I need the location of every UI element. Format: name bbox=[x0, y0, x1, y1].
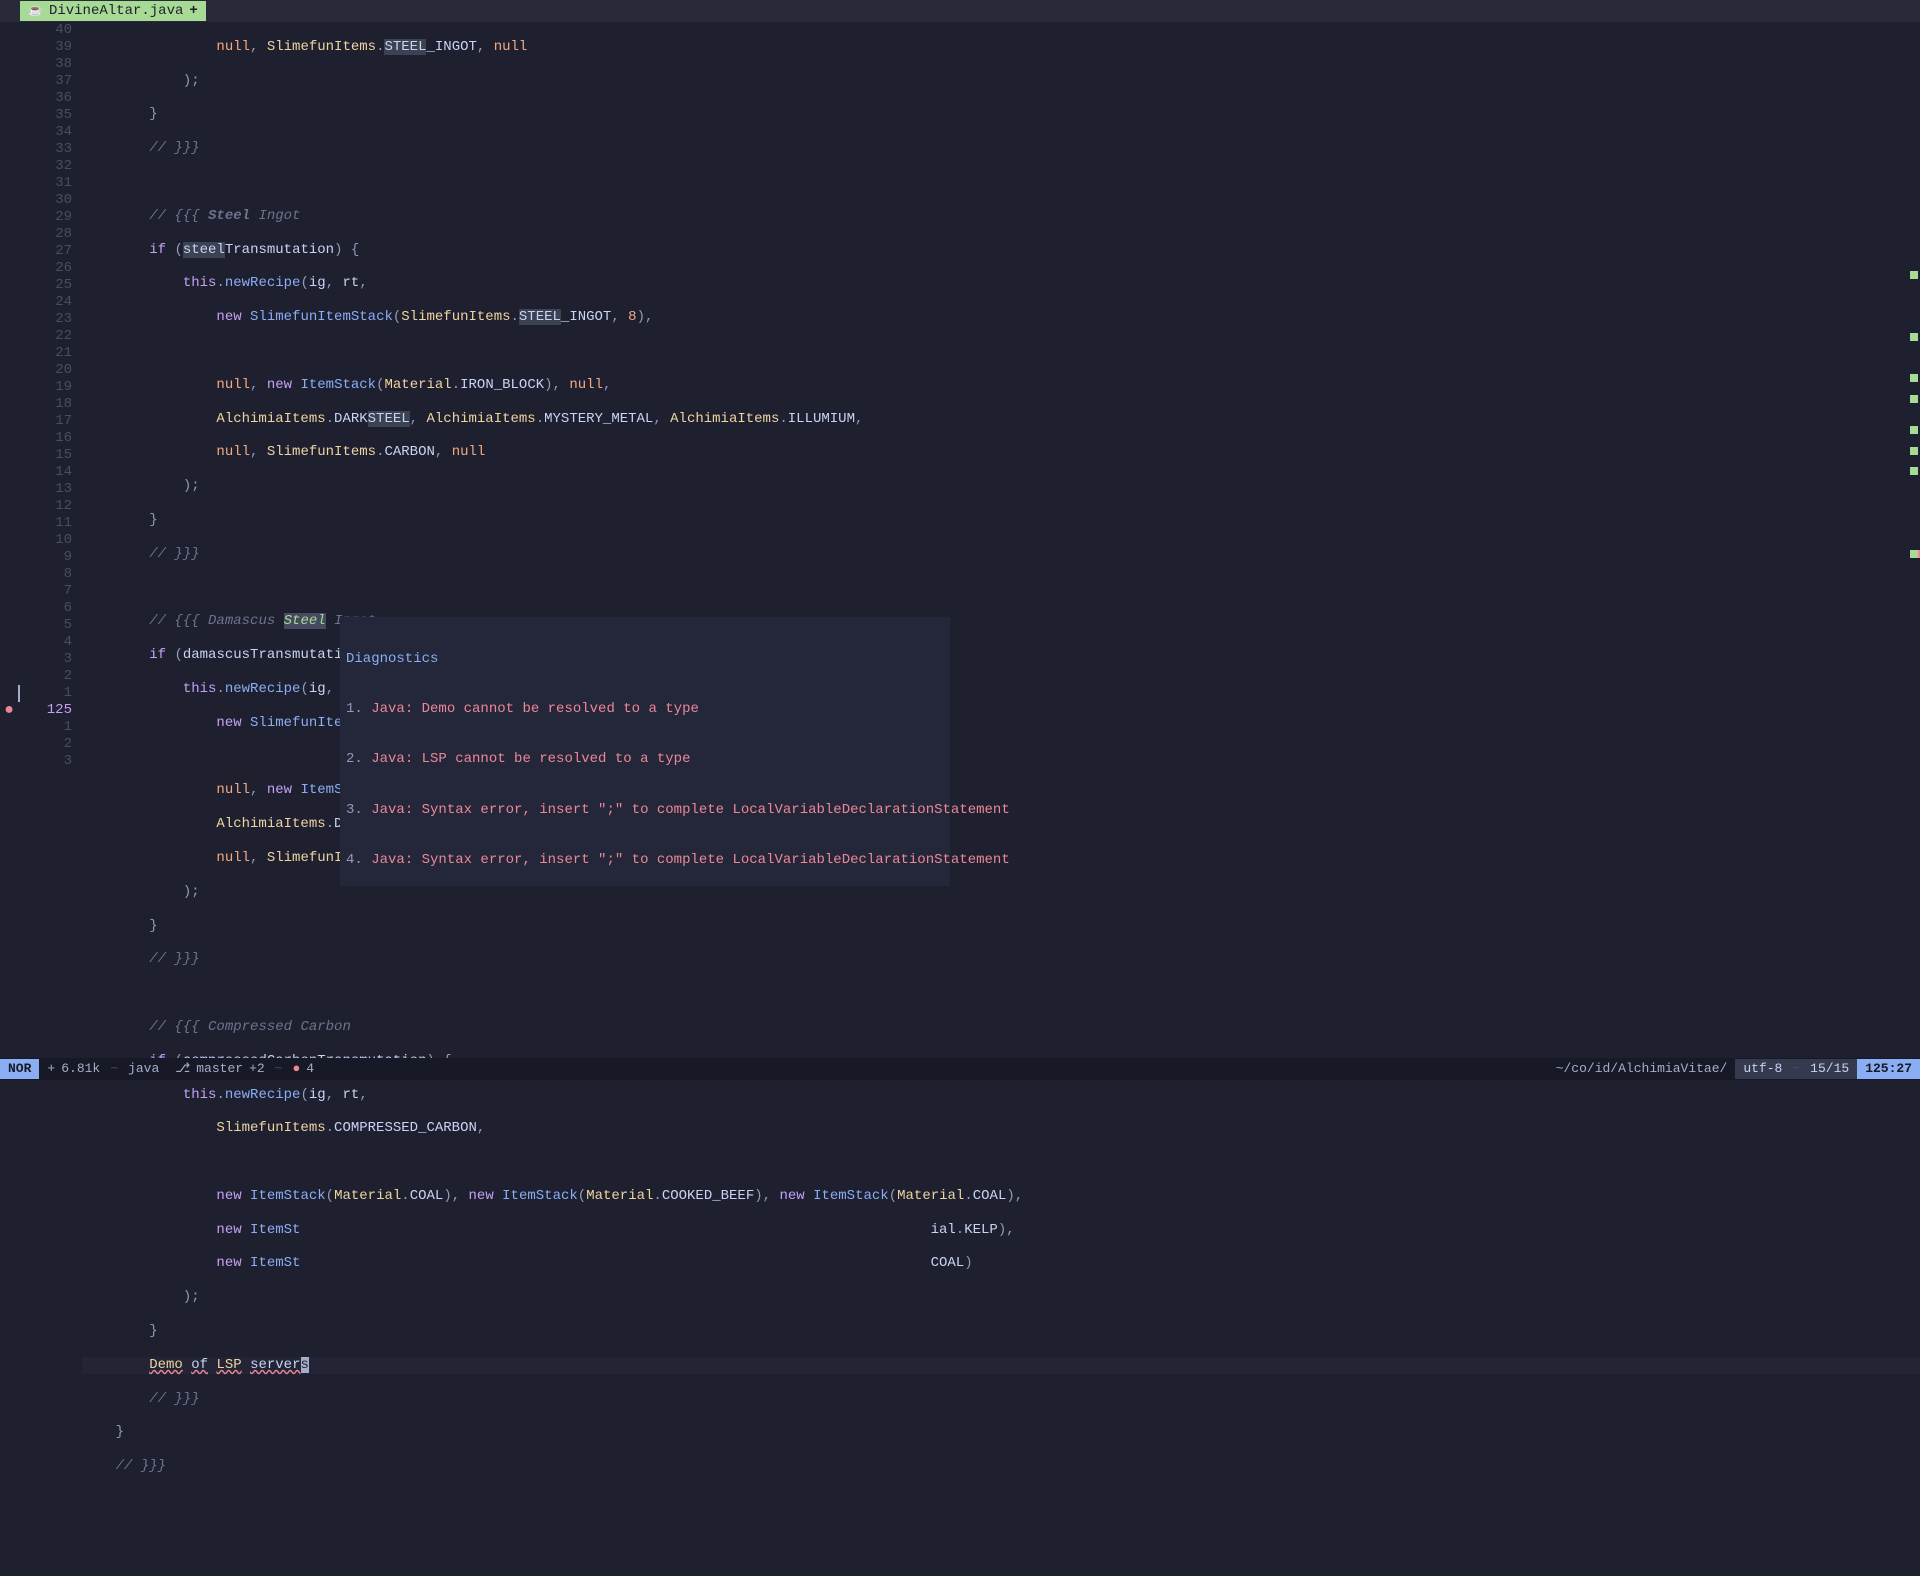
encoding-info: utf-8 ~ 15/15 bbox=[1735, 1059, 1857, 1079]
error-token-demo: Demo bbox=[149, 1357, 183, 1373]
error-sign-icon: ● bbox=[4, 701, 14, 720]
error-token-lsp: LSP bbox=[216, 1357, 241, 1373]
diagnostic-item[interactable]: 1. Java: Demo cannot be resolved to a ty… bbox=[346, 701, 944, 718]
line-number-gutter: 40 39 38 37 36 35 34 33 32 31 30 29 28 2… bbox=[18, 22, 80, 1058]
git-info: ⎇ master +2 ~ ● 4 bbox=[167, 1059, 322, 1079]
diagnostic-item[interactable]: 4. Java: Syntax error, insert ";" to com… bbox=[346, 852, 944, 869]
error-count-icon: ● bbox=[292, 1061, 300, 1077]
code-area[interactable]: null, SlimefunItems.STEEL_INGOT, null );… bbox=[80, 22, 1920, 1058]
cursor-position: 125:27 bbox=[1857, 1059, 1920, 1079]
mode-indicator: NOR bbox=[0, 1059, 39, 1079]
diagnostic-item[interactable]: 3. Java: Syntax error, insert ";" to com… bbox=[346, 802, 944, 819]
tab-bar: ☕ DivineAltar.java + bbox=[0, 0, 1920, 22]
diagnostic-item[interactable]: 2. Java: LSP cannot be resolved to a typ… bbox=[346, 751, 944, 768]
git-branch-icon: ⎇ bbox=[175, 1061, 190, 1077]
secondary-cursor-bar bbox=[18, 685, 20, 702]
scrollbar-indicators bbox=[1908, 22, 1920, 1058]
file-path: ~/co/id/AlchimiaVitae/ bbox=[1548, 1059, 1736, 1079]
statusline: NOR + 6.81k ~ java ⎇ master +2 ~ ● 4 ~/c… bbox=[0, 1058, 1920, 1080]
editor[interactable]: ● 40 39 38 37 36 35 34 33 32 31 30 29 28… bbox=[0, 22, 1920, 1058]
tab-modified-indicator: + bbox=[189, 3, 197, 20]
cursor: s bbox=[301, 1357, 309, 1373]
file-info: + 6.81k ~ java bbox=[39, 1059, 167, 1079]
diagnostics-title: Diagnostics bbox=[346, 651, 944, 668]
java-file-icon: ☕ bbox=[28, 4, 43, 18]
tab-filename: DivineAltar.java bbox=[49, 3, 183, 20]
diagnostics-popup[interactable]: Diagnostics 1. Java: Demo cannot be reso… bbox=[340, 617, 950, 886]
tab-divinealtar[interactable]: ☕ DivineAltar.java + bbox=[20, 1, 206, 22]
sign-column: ● bbox=[0, 22, 18, 1058]
